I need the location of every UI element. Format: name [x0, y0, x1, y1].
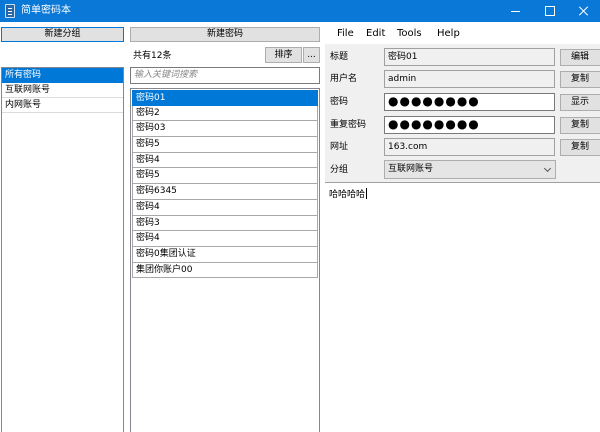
window-title: 简单密码本 — [21, 5, 71, 16]
url-field[interactable]: 163.com — [384, 138, 555, 156]
new-password-button[interactable]: 新建密码 — [130, 27, 320, 42]
password-label: 密码 — [330, 97, 349, 107]
record-count: 共有12条 — [133, 51, 172, 61]
menu-tools[interactable]: Tools — [397, 28, 422, 40]
edit-button[interactable]: 编辑 — [560, 49, 600, 66]
group-list: 所有密码 互联网账号 内网账号 — [1, 67, 124, 432]
text-caret — [366, 188, 368, 199]
url-label: 网址 — [330, 142, 349, 152]
sort-button[interactable]: 排序 — [265, 47, 302, 63]
list-item[interactable]: 密码3 — [132, 215, 318, 232]
menu-bar: File Edit Tools Help — [325, 24, 600, 44]
show-password-button[interactable]: 显示 — [560, 94, 600, 111]
chevron-down-icon — [543, 164, 552, 173]
list-item[interactable]: 密码4 — [132, 199, 318, 216]
group-item-internet[interactable]: 互联网账号 — [2, 83, 123, 98]
group-label: 分组 — [330, 165, 349, 175]
list-item[interactable]: 集团你账户00 — [132, 262, 318, 279]
list-item[interactable]: 密码4 — [132, 152, 318, 169]
repeat-password-field[interactable]: ●●●●●●●● — [384, 116, 555, 134]
title-bar: 简单密码本 — [0, 0, 600, 22]
list-item[interactable]: 密码01 — [132, 90, 318, 106]
menu-help[interactable]: Help — [437, 28, 460, 40]
group-item-all[interactable]: 所有密码 — [2, 68, 123, 83]
list-item[interactable]: 密码0集团认证 — [132, 246, 318, 263]
search-input[interactable]: 输入关键词搜索 — [130, 67, 320, 84]
title-label: 标题 — [330, 52, 349, 62]
more-button[interactable]: ... — [303, 47, 320, 63]
copy-password-button[interactable]: 复制 — [560, 117, 600, 134]
notebook-icon — [5, 4, 15, 18]
copy-username-button[interactable]: 复制 — [560, 71, 600, 88]
list-item[interactable]: 密码2 — [132, 105, 318, 122]
group-select[interactable]: 互联网账号 — [384, 160, 556, 179]
menu-file[interactable]: File — [337, 28, 354, 40]
minimize-icon[interactable] — [498, 0, 532, 22]
list-item[interactable]: 密码6345 — [132, 184, 318, 200]
username-label: 用户名 — [330, 74, 358, 84]
list-item[interactable]: 密码5 — [132, 168, 318, 185]
close-icon[interactable] — [566, 0, 600, 22]
menu-edit[interactable]: Edit — [366, 28, 385, 40]
maximize-icon[interactable] — [532, 0, 566, 22]
title-field[interactable]: 密码01 — [384, 48, 555, 66]
group-select-value: 互联网账号 — [388, 164, 434, 174]
list-item[interactable]: 密码5 — [132, 137, 318, 153]
notes-text: 哈哈哈哈 — [329, 190, 366, 200]
notes-textarea[interactable]: 哈哈哈哈 — [325, 182, 600, 432]
new-group-button[interactable]: 新建分组 — [1, 27, 124, 42]
username-field[interactable]: admin — [384, 70, 555, 88]
password-list: 密码01 密码2 密码03 密码5 密码4 密码5 密码6345 密码4 密码3… — [130, 88, 320, 432]
repeat-password-label: 重复密码 — [330, 120, 367, 130]
password-field[interactable]: ●●●●●●●● — [384, 93, 555, 111]
group-item-intranet[interactable]: 内网账号 — [2, 98, 123, 113]
list-item[interactable]: 密码03 — [132, 121, 318, 138]
copy-url-button[interactable]: 复制 — [560, 139, 600, 156]
list-item[interactable]: 密码4 — [132, 231, 318, 247]
